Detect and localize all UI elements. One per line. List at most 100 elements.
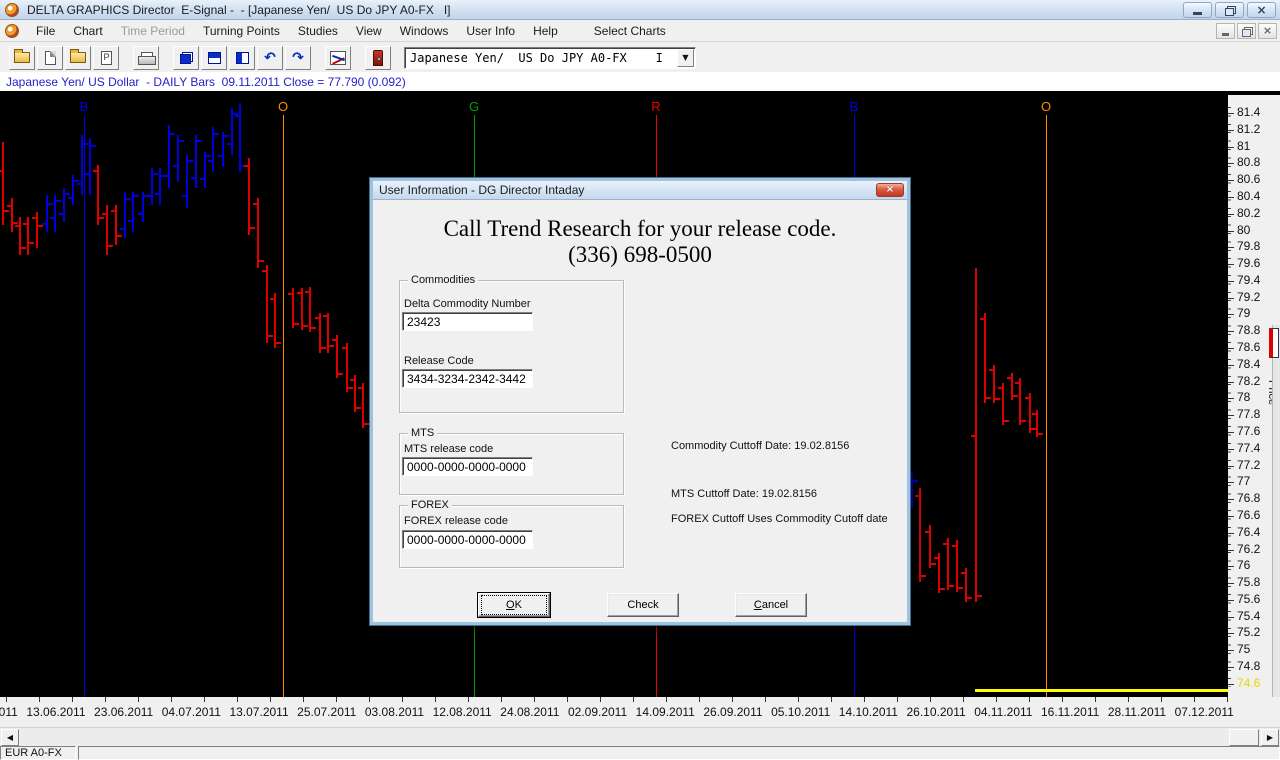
horizontal-scrollbar-thumb[interactable] (1229, 729, 1259, 746)
price-axis: 81.481.28180.880.680.480.28079.879.679.4… (1228, 95, 1280, 727)
chart-wizard-icon (330, 51, 346, 65)
price-tick (1228, 130, 1234, 131)
commodity-cutoff-date: Commodity Cuttoff Date: 19.02.8156 (671, 440, 849, 452)
check-button[interactable]: Check (607, 593, 679, 617)
chart-info-text: Japanese Yen/ US Dollar - DAILY Bars 09.… (0, 75, 406, 89)
close-tick (294, 323, 299, 325)
forex-release-code-input[interactable]: 0000-0000-0000-0000 (402, 530, 533, 549)
menu-item-chart[interactable]: Chart (64, 21, 111, 41)
delta-commodity-number-input[interactable]: 23423 (402, 312, 533, 331)
open-tick (952, 545, 957, 547)
mdi-minimize-button[interactable] (1216, 23, 1235, 39)
event-line-label: G (469, 99, 479, 114)
open-tick (42, 223, 47, 225)
ohlc-bar (336, 335, 338, 378)
menu-item-turning-points[interactable]: Turning Points (194, 21, 289, 41)
open-tick (173, 165, 178, 167)
menu-item-help[interactable]: Help (524, 21, 567, 41)
minimize-button[interactable] (1183, 2, 1212, 18)
scroll-left-button[interactable]: ◀ (1, 729, 19, 746)
open-tick (111, 210, 116, 212)
tile-horizontal-button[interactable] (201, 46, 227, 70)
horizontal-scrollbar[interactable]: ◀ ▶ (0, 727, 1280, 746)
redo-button[interactable]: ↷ (285, 46, 311, 70)
vertical-scrollbar-thumb[interactable] (1269, 328, 1279, 358)
vertical-scrollbar[interactable] (1272, 325, 1280, 760)
status-empty-panel (78, 746, 1280, 760)
ok-button[interactable]: OK (478, 593, 550, 617)
cascade-windows-button[interactable] (173, 46, 199, 70)
close-button[interactable]: × (1247, 2, 1276, 18)
ohlc-bar (309, 287, 311, 332)
tile-vertical-button[interactable] (229, 46, 255, 70)
price-tick (1228, 583, 1234, 584)
close-tick (995, 398, 1000, 400)
price-tick (1228, 365, 1234, 366)
open-tick (297, 292, 302, 294)
price-tick (1228, 214, 1234, 215)
scroll-right-button[interactable]: ▶ (1261, 729, 1279, 746)
open-tick (1025, 397, 1030, 399)
open-tick (1007, 377, 1012, 379)
price-label: 80.6 (1237, 172, 1260, 186)
mdi-close-button[interactable]: × (1258, 23, 1277, 39)
menu-item-view[interactable]: View (347, 21, 391, 41)
forex-release-code-label: FOREX release code (404, 515, 508, 527)
ohlc-bar (159, 168, 161, 205)
title-bar: DELTA GRAPHICS Director E-Signal - - [Ja… (0, 0, 1280, 20)
close-tick (986, 397, 991, 399)
undo-button[interactable]: ↶ (257, 46, 283, 70)
mts-release-code-input[interactable]: 0000-0000-0000-0000 (402, 457, 533, 476)
close-tick (1021, 420, 1026, 422)
close-tick (348, 387, 353, 389)
menu-item-select-charts[interactable]: Select Charts (585, 21, 675, 41)
price-label: 75 (1237, 642, 1250, 656)
open-tick (50, 217, 55, 219)
open-tick (961, 572, 966, 574)
dialog-title-bar[interactable]: User Information - DG Director Intaday × (373, 181, 907, 200)
restore-button[interactable] (1215, 2, 1244, 18)
menu-item-studies[interactable]: Studies (289, 21, 347, 41)
mdi-restore-button[interactable] (1237, 23, 1256, 39)
release-code-label: Release Code (404, 355, 474, 367)
ohlc-bar (177, 135, 179, 182)
price-tick (1228, 516, 1234, 517)
chart-wizard-button[interactable] (325, 46, 351, 70)
price-tick (1228, 247, 1234, 248)
date-label: 05.10.2011 (771, 705, 830, 719)
ohlc-bar (186, 155, 188, 208)
open-tick (128, 220, 133, 222)
folder-page-button[interactable] (37, 46, 63, 70)
close-tick (913, 480, 918, 482)
chevron-down-icon[interactable]: ▼ (677, 49, 694, 67)
menu-item-file[interactable]: File (27, 21, 64, 41)
menu-item-time-period: Time Period (112, 21, 194, 41)
close-tick (364, 423, 369, 425)
print-button[interactable] (133, 46, 159, 70)
ohlc-bar (938, 553, 940, 593)
close-tick (197, 140, 202, 142)
event-line-label: R (651, 99, 660, 114)
close-tick (21, 247, 26, 249)
menu-item-user-info[interactable]: User Info (457, 21, 524, 41)
open-tick (971, 435, 976, 437)
date-label: 26.09.2011 (703, 705, 762, 719)
ohlc-bar (947, 538, 949, 590)
price-label: 75.8 (1237, 575, 1260, 589)
open-chart-folder-button[interactable] (9, 46, 35, 70)
event-line-b (84, 115, 85, 697)
page-setup-button[interactable] (93, 46, 119, 70)
close-tick (949, 585, 954, 587)
cancel-button[interactable]: Cancel (735, 593, 807, 617)
date-label: 02.09.2011 (568, 705, 627, 719)
release-code-input[interactable]: 3434-3234-2342-3442 (402, 369, 533, 388)
price-tick (1228, 298, 1234, 299)
symbol-combobox[interactable]: Japanese Yen/ US Do JPY A0-FX I ▼ (404, 47, 696, 69)
close-tick (921, 575, 926, 577)
exit-door-button[interactable] (365, 46, 391, 70)
menu-item-windows[interactable]: Windows (391, 21, 458, 41)
open-folder-button[interactable] (65, 46, 91, 70)
open-tick (93, 170, 98, 172)
dialog-close-button[interactable]: × (876, 183, 904, 197)
price-tick (1228, 499, 1234, 500)
